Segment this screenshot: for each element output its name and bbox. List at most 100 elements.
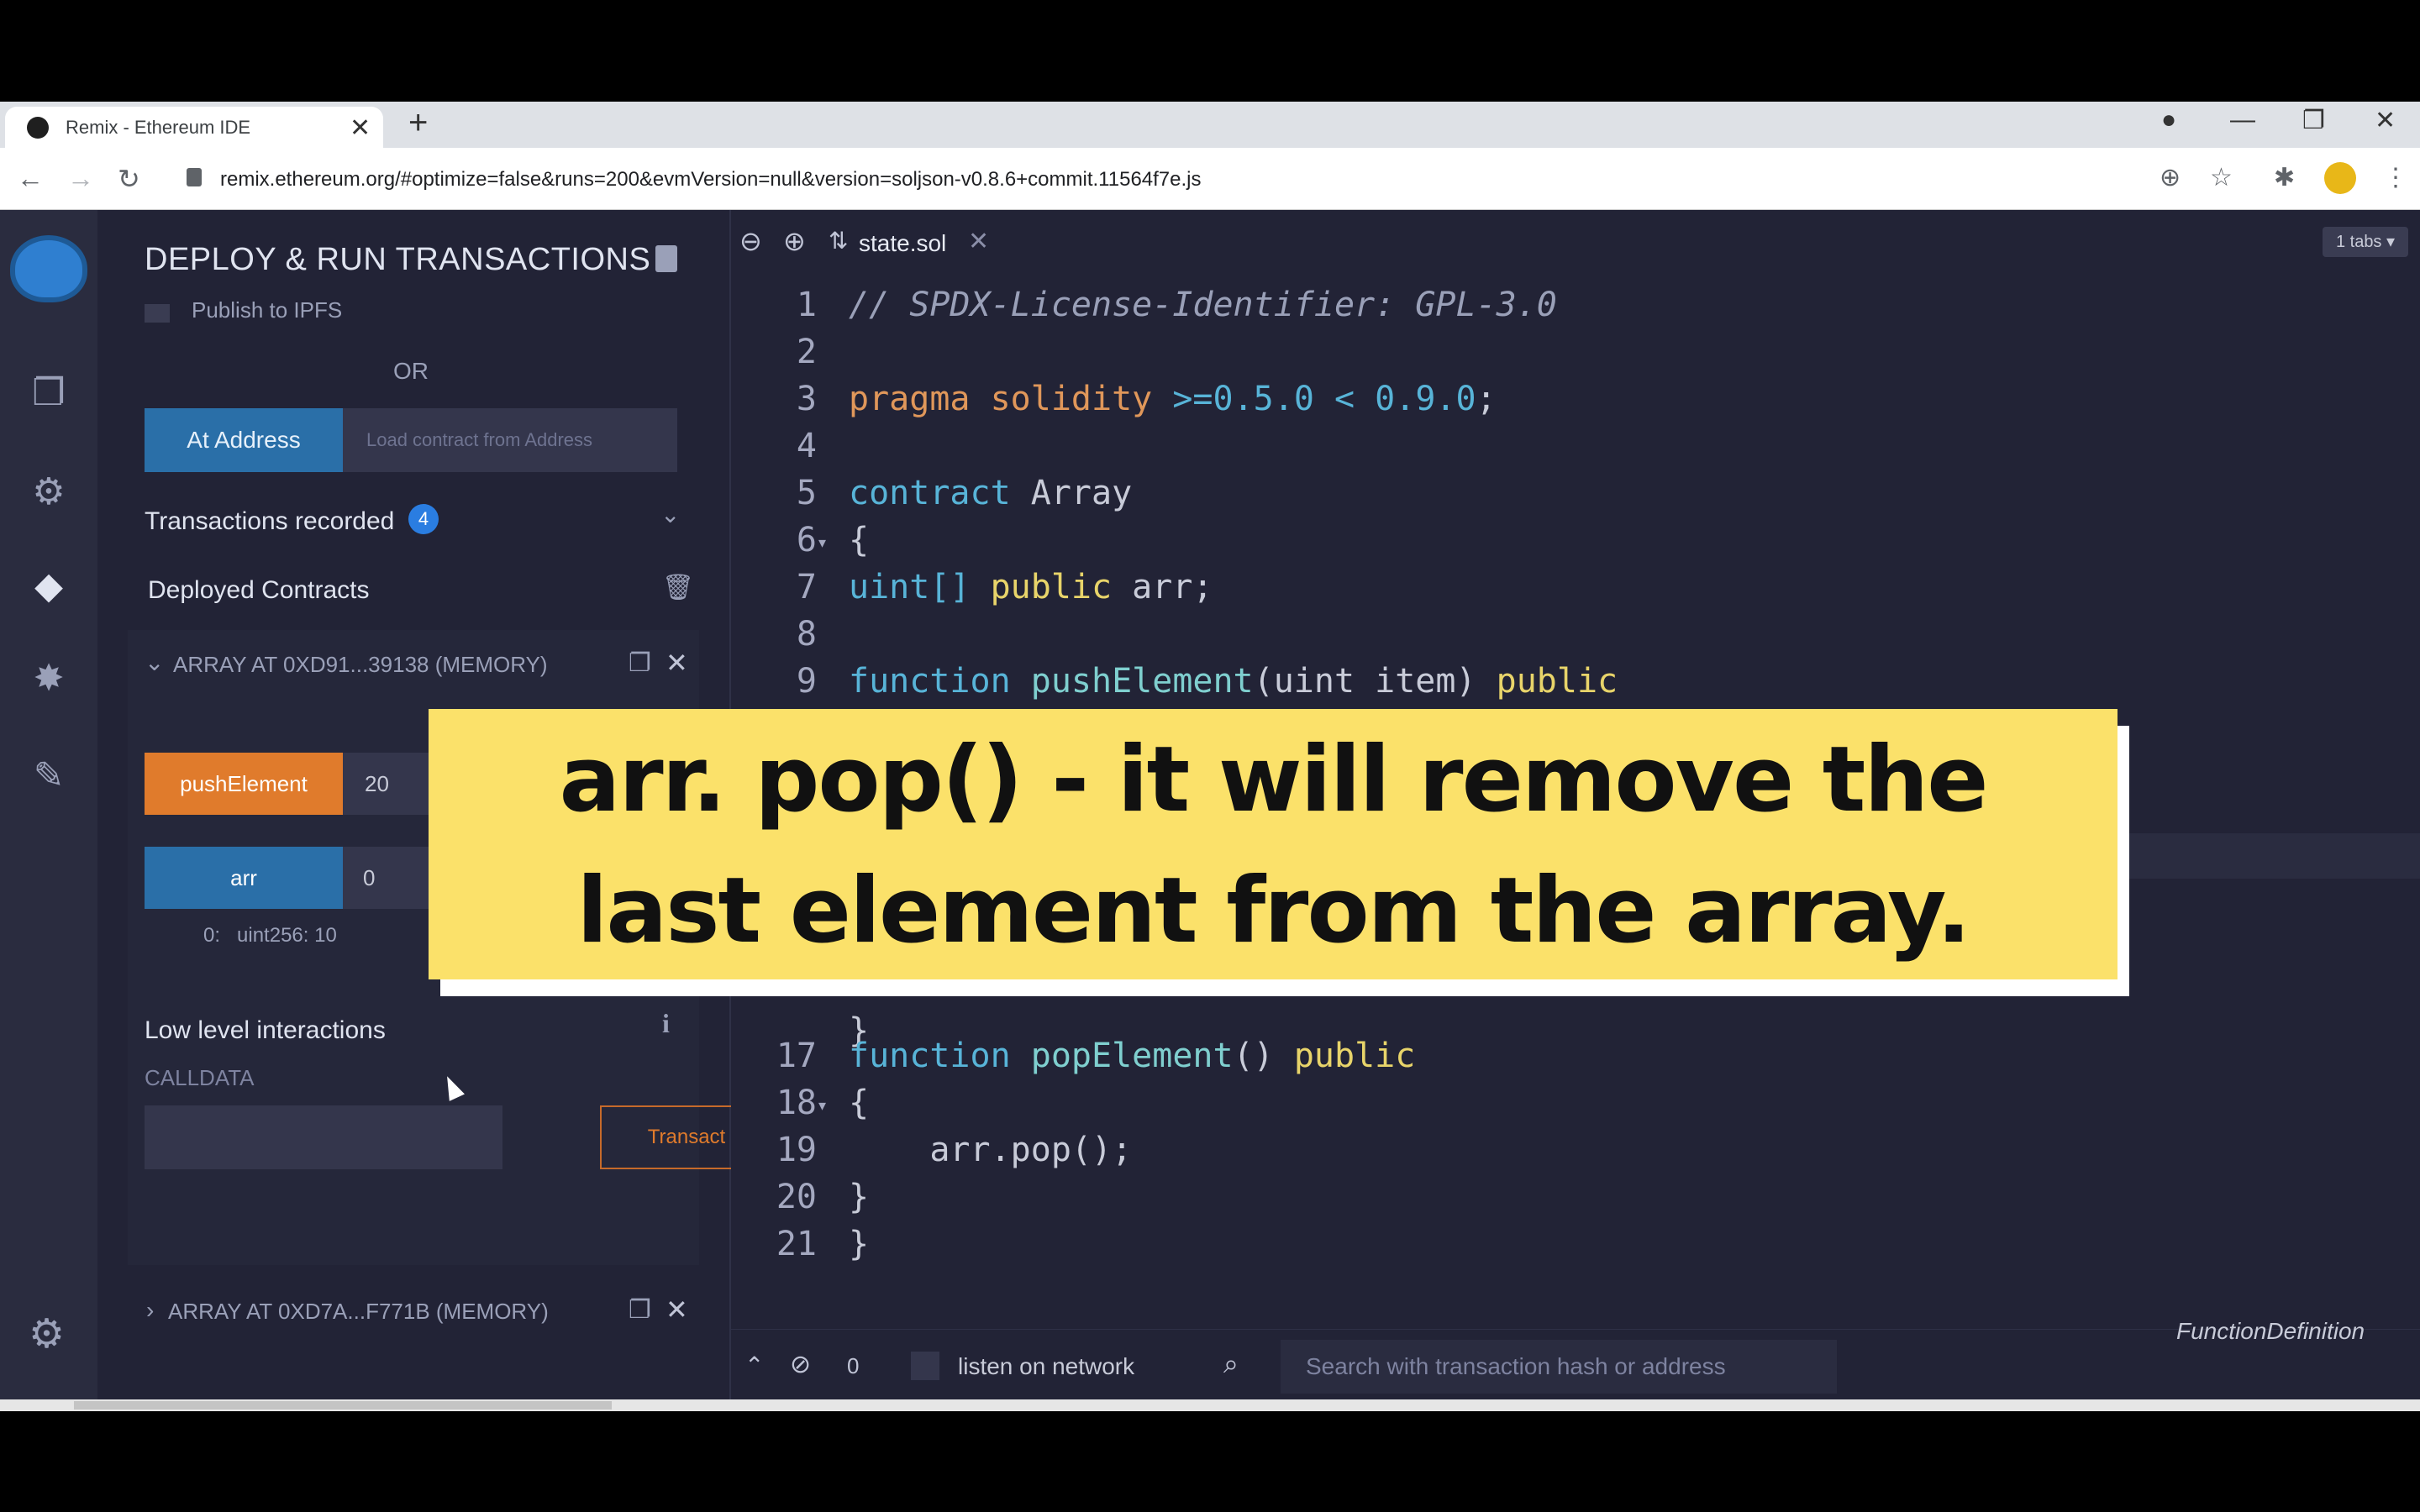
line-number: 4 <box>796 427 817 465</box>
calldata-label: CALLDATA <box>145 1065 255 1090</box>
expand-terminal-icon[interactable]: ⌃ <box>744 1352 764 1379</box>
calldata-input[interactable] <box>145 1105 502 1169</box>
menu-kebab-icon[interactable]: ⋮ <box>2383 163 2408 192</box>
zoom-out-icon[interactable]: ⊖ <box>739 225 762 257</box>
line-number: 17 <box>776 1037 817 1075</box>
transactions-count-badge: 4 <box>408 504 439 534</box>
close-icon[interactable]: ✕ <box>666 1294 688 1326</box>
code-line: uint[] public arr; <box>849 568 1213 606</box>
code-line: function popElement() public <box>849 1037 1416 1075</box>
fold-arrow-icon[interactable]: ▾ <box>818 1097 826 1115</box>
at-address-button[interactable]: At Address <box>145 408 343 472</box>
extensions-puzzle-icon[interactable]: ✱ <box>2274 163 2295 192</box>
close-icon[interactable]: ✕ <box>968 227 989 256</box>
new-tab-button[interactable]: + <box>408 104 428 142</box>
code-line: } <box>849 1225 870 1263</box>
load-contract-input[interactable]: Load contract from Address <box>343 408 677 472</box>
window-close-icon[interactable]: ✕ <box>2375 106 2396 135</box>
remix-logo-icon[interactable] <box>10 235 87 302</box>
line-number: 2 <box>796 333 817 371</box>
documentation-icon[interactable] <box>655 245 677 272</box>
line-number: 18 <box>776 1084 817 1122</box>
listen-network-label: listen on network <box>958 1353 1135 1379</box>
chevron-down-icon[interactable]: ⌄ <box>145 648 164 676</box>
line-number: 6 <box>796 521 817 559</box>
tabs-count-dropdown[interactable]: 1 tabs ▾ <box>2323 227 2408 257</box>
editor-tabs: ⊖ ⊕ ⇅ state.sol ✕ 1 tabs ▾ <box>731 210 2420 272</box>
forward-arrow-icon[interactable]: → <box>67 163 94 194</box>
close-icon[interactable]: ✕ <box>666 647 688 679</box>
line-number: 8 <box>796 615 817 654</box>
minimize-icon[interactable]: — <box>2230 106 2255 134</box>
fold-arrow-icon[interactable]: ▾ <box>818 534 826 552</box>
chevron-down-icon[interactable]: ⌄ <box>660 501 680 528</box>
url-text: remix.ethereum.org/#optimize=false&runs=… <box>220 168 1202 191</box>
zoom-in-icon[interactable]: ⊕ <box>783 225 806 257</box>
line-number: 9 <box>796 662 817 701</box>
profile-avatar[interactable] <box>2324 162 2356 194</box>
function-definition-label: FunctionDefinition <box>2176 1318 2365 1344</box>
terminal-bar: FunctionDefinition ⌃ ⊘ 0 listen on netwo… <box>731 1318 2420 1399</box>
caption-line: arr. pop() - it will remove the <box>559 727 1988 832</box>
publish-ipfs-checkbox[interactable] <box>145 304 170 323</box>
search-icon: ⌕ <box>1223 1348 1239 1378</box>
video-caption: arr. pop() - it will remove the last ele… <box>429 709 2118 979</box>
chevron-right-icon[interactable]: › <box>146 1297 154 1324</box>
profile-circle-icon[interactable]: ● <box>2161 106 2176 134</box>
line-number: 1 <box>796 286 817 324</box>
contract-instance: › ARRAY AT 0XD7A...F771B (MEMORY) ❐ ✕ <box>128 1277 699 1352</box>
code-line: } <box>849 1178 870 1216</box>
code-line: function pushElement(uint item) public <box>849 662 1618 701</box>
code-line: contract Array <box>849 474 1133 512</box>
instance-name[interactable]: ARRAY AT 0XD91...39138 (MEMORY) <box>173 652 548 678</box>
deploy-run-icon[interactable]: ◆ <box>25 563 72 610</box>
address-bar: ← → ↻ remix.ethereum.org/#optimize=false… <box>0 148 2420 210</box>
restore-icon[interactable]: ❐ <box>2302 106 2325 135</box>
copy-icon[interactable]: ❐ <box>629 648 651 678</box>
transactions-recorded-label[interactable]: Transactions recorded <box>145 507 394 536</box>
lock-icon <box>187 168 202 186</box>
debugger-icon[interactable]: ✸ <box>25 655 72 702</box>
deployed-contracts-label: Deployed Contracts <box>148 576 370 604</box>
line-number: 7 <box>796 568 817 606</box>
plugin-manager-icon[interactable]: ✎ <box>25 753 72 800</box>
browser-tab[interactable]: Remix - Ethereum IDE ✕ <box>5 107 383 148</box>
remix-favicon-icon <box>27 117 49 139</box>
line-number: 21 <box>776 1225 817 1263</box>
zoom-icon[interactable]: ⊕ <box>2160 163 2181 192</box>
arr-result: 0: uint256: 10 <box>203 924 337 947</box>
caption-line: last element from the array. <box>576 858 1970 963</box>
reload-icon[interactable]: ↻ <box>118 163 140 195</box>
low-level-interactions-label: Low level interactions <box>145 1016 386 1044</box>
or-divider: OR <box>393 358 429 384</box>
tab-close-icon[interactable]: ✕ <box>350 113 371 143</box>
info-icon[interactable]: i <box>662 1008 670 1039</box>
file-explorer-icon[interactable]: ❐ <box>25 370 72 417</box>
transaction-search-input[interactable]: Search with transaction hash or address <box>1281 1340 1837 1394</box>
push-element-button[interactable]: pushElement <box>145 753 343 815</box>
pending-tx-count: 0 <box>847 1353 860 1378</box>
browser-tab-bar: Remix - Ethereum IDE ✕ <box>0 102 2420 148</box>
instance-name[interactable]: ARRAY AT 0XD7A...F771B (MEMORY) <box>168 1299 549 1325</box>
panel-title: DEPLOY & RUN TRANSACTIONS <box>145 242 651 277</box>
file-sync-icon: ⇅ <box>829 228 849 254</box>
code-line: pragma solidity >=0.5.0 < 0.9.0; <box>849 380 1497 418</box>
line-number: 19 <box>776 1131 817 1169</box>
trash-icon[interactable]: 🗑 <box>662 573 694 602</box>
settings-gear-icon[interactable]: ⚙ <box>29 1310 65 1357</box>
line-number: 3 <box>796 380 817 418</box>
star-icon[interactable]: ☆ <box>2210 163 2233 192</box>
copy-icon[interactable]: ❐ <box>629 1295 651 1325</box>
listen-network-checkbox[interactable] <box>911 1352 939 1380</box>
line-number: 20 <box>776 1178 817 1216</box>
back-arrow-icon[interactable]: ← <box>17 163 44 194</box>
line-number: 5 <box>796 474 817 512</box>
icon-panel: ❐ ⚙ ◆ ✸ ✎ ⚙ <box>0 210 97 1399</box>
solidity-compiler-icon[interactable]: ⚙ <box>25 469 72 516</box>
scrollbar-thumb[interactable] <box>74 1401 612 1410</box>
clear-console-icon[interactable]: ⊘ <box>790 1350 811 1379</box>
tab-state-sol[interactable]: state.sol <box>859 230 946 257</box>
code-line: arr.pop(); <box>849 1131 1133 1169</box>
arr-button[interactable]: arr <box>145 847 343 909</box>
url-field[interactable]: remix.ethereum.org/#optimize=false&runs=… <box>173 160 2173 198</box>
